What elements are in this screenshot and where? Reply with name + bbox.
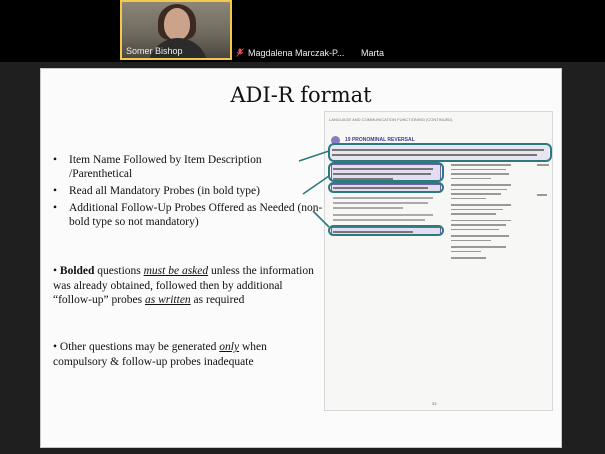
arrow-line bbox=[298, 150, 330, 162]
participant-face bbox=[164, 8, 190, 40]
participant-tile[interactable]: Marta bbox=[357, 0, 412, 60]
meeting-window: Somer Bishop Magdalena Marczak-P... Mart… bbox=[0, 0, 605, 454]
video-strip: Somer Bishop Magdalena Marczak-P... Mart… bbox=[0, 0, 605, 62]
participant-name: Somer Bishop bbox=[126, 46, 183, 56]
participant-tile-active[interactable]: Somer Bishop bbox=[120, 0, 232, 60]
mic-off-icon bbox=[236, 48, 244, 57]
arrow-line bbox=[312, 210, 330, 228]
participant-tile[interactable]: Magdalena Marczak-P... bbox=[232, 0, 357, 60]
shared-slide: ADI-R format • Item Name Followed by Item… bbox=[40, 68, 562, 448]
participant-name: Magdalena Marczak-P... bbox=[248, 48, 345, 58]
arrow-line bbox=[302, 175, 330, 195]
participant-name: Marta bbox=[361, 48, 385, 58]
annotation-arrows bbox=[298, 150, 330, 228]
